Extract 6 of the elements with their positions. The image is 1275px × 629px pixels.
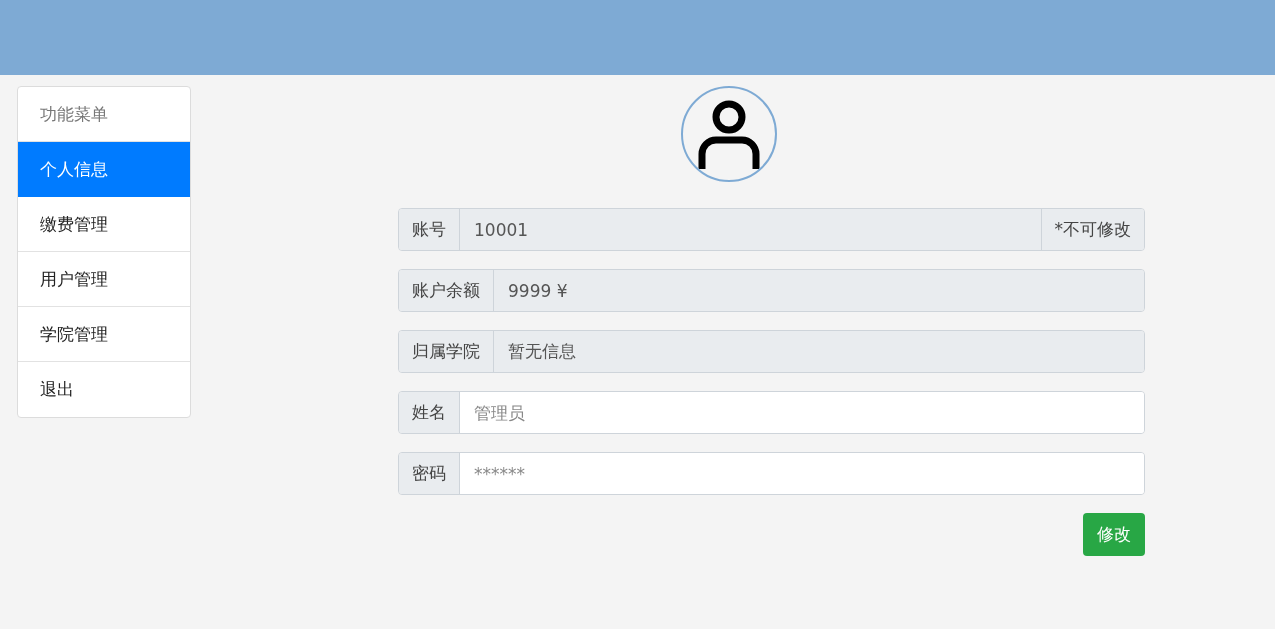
sidebar-item[interactable]: 个人信息 bbox=[18, 142, 190, 197]
sidebar-item[interactable]: 退出 bbox=[18, 362, 190, 417]
user-avatar-icon bbox=[681, 86, 777, 182]
sidebar-item[interactable]: 用户管理 bbox=[18, 252, 190, 307]
sidebar-item[interactable]: 缴费管理 bbox=[18, 197, 190, 252]
sidebar-item[interactable]: 学院管理 bbox=[18, 307, 190, 362]
